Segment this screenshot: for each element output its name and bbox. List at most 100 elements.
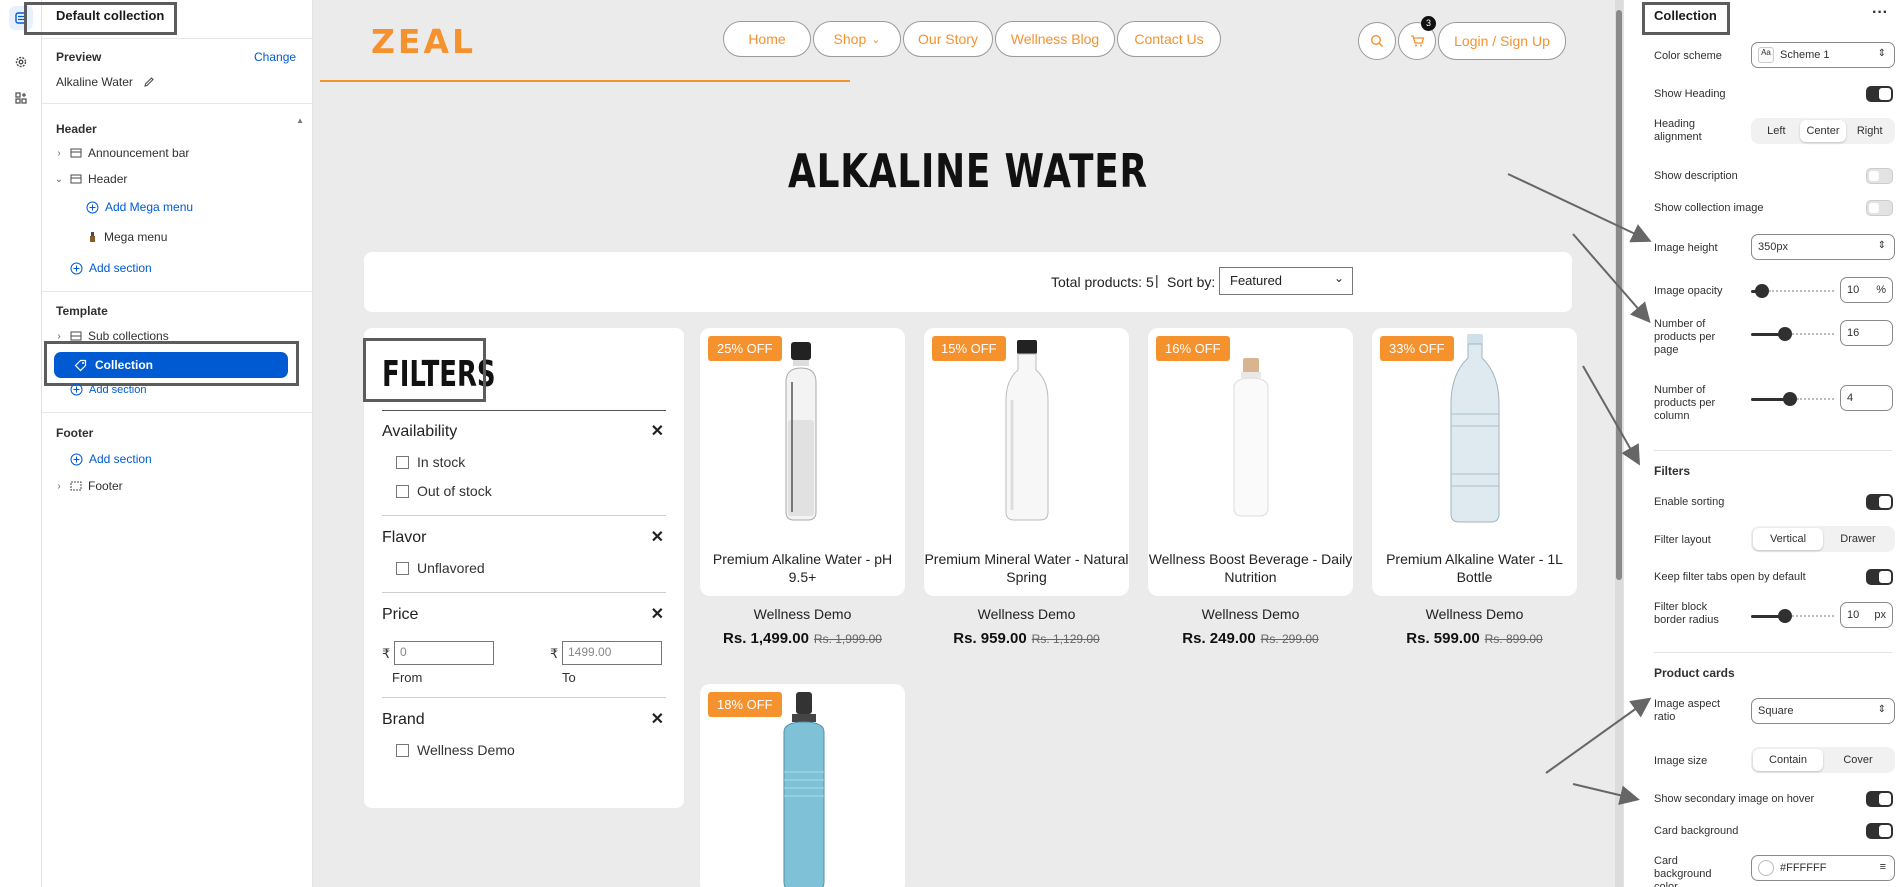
sale-price: Rs. 599.00 xyxy=(1406,630,1480,647)
products-per-page-slider[interactable] xyxy=(1778,327,1792,341)
filter-layout-drawer-option[interactable]: Drawer xyxy=(1823,528,1893,550)
sort-by-label: Sort by: xyxy=(1167,274,1216,290)
filter-block-radius-input[interactable]: 10 px xyxy=(1840,602,1893,628)
divider xyxy=(382,410,666,411)
product-image xyxy=(785,342,817,521)
range-track xyxy=(1751,333,1781,336)
filter-option-unflavored[interactable]: Unflavored xyxy=(396,560,485,576)
checkbox[interactable] xyxy=(396,455,409,469)
image-aspect-ratio-select[interactable]: Square ⇕ xyxy=(1751,698,1895,724)
chevron-down-icon: ⌄ xyxy=(1333,271,1344,285)
add-mega-menu-button[interactable]: Add Mega menu xyxy=(86,200,193,214)
color-scheme-select[interactable]: Aa Scheme 1 ⇕ xyxy=(1751,42,1895,68)
products-per-page-input[interactable]: 16 xyxy=(1840,320,1893,346)
checkbox[interactable] xyxy=(396,743,409,757)
preview-collection-name: Alkaline Water xyxy=(56,75,133,89)
apps-icon[interactable] xyxy=(9,86,33,110)
product-card[interactable]: 18% OFF xyxy=(700,684,905,887)
filter-option-out-of-stock[interactable]: Out of stock xyxy=(396,483,492,499)
price-from-input[interactable]: 0 xyxy=(394,641,494,665)
heading-alignment-segmented[interactable]: Left Center Right xyxy=(1751,118,1895,144)
products-per-column-slider[interactable] xyxy=(1783,392,1797,406)
card-background-color-picker[interactable]: #FFFFFF ≡ xyxy=(1751,855,1895,881)
product-title[interactable]: Premium Alkaline Water - 1L Bottle xyxy=(1372,550,1577,586)
scroll-up-icon[interactable]: ▲ xyxy=(296,116,304,125)
nav-wellness-blog[interactable]: Wellness Blog xyxy=(995,21,1115,57)
price-to-input[interactable]: 1499.00 xyxy=(562,641,662,665)
show-secondary-image-toggle[interactable] xyxy=(1866,791,1893,807)
filter-brand-heading[interactable]: Brand xyxy=(382,711,425,729)
discount-badge: 15% OFF xyxy=(932,336,1006,361)
nav-contact-us[interactable]: Contact Us xyxy=(1117,21,1221,57)
sort-select[interactable]: Featured ⌄ xyxy=(1219,267,1353,295)
filter-block-radius-slider[interactable] xyxy=(1778,609,1792,623)
keep-filter-tabs-toggle[interactable] xyxy=(1866,569,1893,585)
product-card[interactable]: 33% OFF Premium Alkaline Water - 1L Bott… xyxy=(1372,328,1577,596)
nav-home[interactable]: Home xyxy=(723,21,811,57)
show-heading-toggle[interactable] xyxy=(1866,86,1893,102)
login-signup-button[interactable]: Login / Sign Up xyxy=(1438,22,1566,60)
checkbox[interactable] xyxy=(396,484,409,498)
show-collection-image-toggle[interactable] xyxy=(1866,200,1893,216)
enable-sorting-toggle[interactable] xyxy=(1866,494,1893,510)
close-icon[interactable]: ✕ xyxy=(651,604,664,624)
filter-availability-heading[interactable]: Availability xyxy=(382,423,457,441)
numeric-value: 10 xyxy=(1847,284,1860,296)
block-label: Mega menu xyxy=(104,230,168,244)
chevron-right-icon[interactable]: › xyxy=(54,148,64,159)
product-card[interactable]: 25% OFF Premium Alkaline Water - pH 9.5+ xyxy=(700,328,905,596)
settings-gear-icon[interactable] xyxy=(9,50,33,74)
option-label: In stock xyxy=(417,454,466,470)
image-opacity-input[interactable]: 10% xyxy=(1840,277,1893,303)
product-title[interactable]: Premium Mineral Water - Natural Spring xyxy=(924,550,1129,586)
section-footer[interactable]: › Footer xyxy=(54,479,122,493)
align-center-option[interactable]: Center xyxy=(1799,120,1847,142)
add-section-button[interactable]: Add section xyxy=(70,261,152,275)
filter-layout-vertical-option[interactable]: Vertical xyxy=(1753,528,1823,550)
filter-flavor-heading[interactable]: Flavor xyxy=(382,529,426,547)
image-size-contain-option[interactable]: Contain xyxy=(1753,749,1823,771)
divider xyxy=(42,103,313,104)
nav-our-story[interactable]: Our Story xyxy=(903,21,993,57)
scrollbar-thumb[interactable] xyxy=(1616,10,1622,580)
chevron-right-icon[interactable]: › xyxy=(54,331,64,342)
more-options-icon[interactable]: ··· xyxy=(1872,4,1888,22)
chevron-down-icon[interactable]: ⌄ xyxy=(54,174,64,185)
store-logo[interactable]: ZEAL xyxy=(371,22,476,61)
image-size-label: Image size xyxy=(1654,755,1708,767)
add-section-button[interactable]: Add section xyxy=(70,452,152,466)
align-left-option[interactable]: Left xyxy=(1753,120,1800,142)
section-header[interactable]: ⌄ Header xyxy=(54,172,128,186)
section-announcement-bar[interactable]: › Announcement bar xyxy=(54,146,189,160)
block-mega-menu[interactable]: Mega menu xyxy=(88,230,167,244)
nav-shop[interactable]: Shop ⌄ xyxy=(813,21,901,57)
filter-layout-segmented[interactable]: Vertical Drawer xyxy=(1751,526,1895,552)
preview-scrollbar[interactable] xyxy=(1615,0,1623,887)
checkbox[interactable] xyxy=(396,561,409,575)
product-card[interactable]: 15% OFF Premium Mineral Water - Natural … xyxy=(924,328,1129,596)
chevron-right-icon[interactable]: › xyxy=(54,481,64,492)
close-icon[interactable]: ✕ xyxy=(651,421,664,441)
products-per-column-input[interactable]: 4 xyxy=(1840,385,1893,411)
product-title[interactable]: Premium Alkaline Water - pH 9.5+ xyxy=(700,550,905,586)
close-icon[interactable]: ✕ xyxy=(651,709,664,729)
image-opacity-slider[interactable] xyxy=(1755,284,1769,298)
image-size-segmented[interactable]: Contain Cover xyxy=(1751,747,1895,773)
filter-price-heading[interactable]: Price xyxy=(382,606,418,624)
card-background-toggle[interactable] xyxy=(1866,823,1893,839)
database-icon: ≡ xyxy=(1879,861,1886,873)
show-description-toggle[interactable] xyxy=(1866,168,1893,184)
filter-option-wellness-demo[interactable]: Wellness Demo xyxy=(396,742,515,758)
change-preview-link[interactable]: Change xyxy=(254,50,296,64)
close-icon[interactable]: ✕ xyxy=(651,527,664,547)
search-icon[interactable] xyxy=(1358,22,1396,60)
product-title[interactable]: Wellness Boost Beverage - Daily Nutritio… xyxy=(1148,550,1353,586)
product-card[interactable]: 16% OFF Wellness Boost Beverage - Daily … xyxy=(1148,328,1353,596)
align-right-option[interactable]: Right xyxy=(1846,120,1893,142)
preview-value[interactable]: Alkaline Water xyxy=(56,75,155,89)
filter-option-in-stock[interactable]: In stock xyxy=(396,454,465,470)
add-section-label: Add section xyxy=(89,261,152,275)
image-size-cover-option[interactable]: Cover xyxy=(1823,749,1893,771)
image-height-select[interactable]: 350px ⇕ xyxy=(1751,234,1895,260)
add-section-button[interactable]: Add section xyxy=(70,383,146,396)
